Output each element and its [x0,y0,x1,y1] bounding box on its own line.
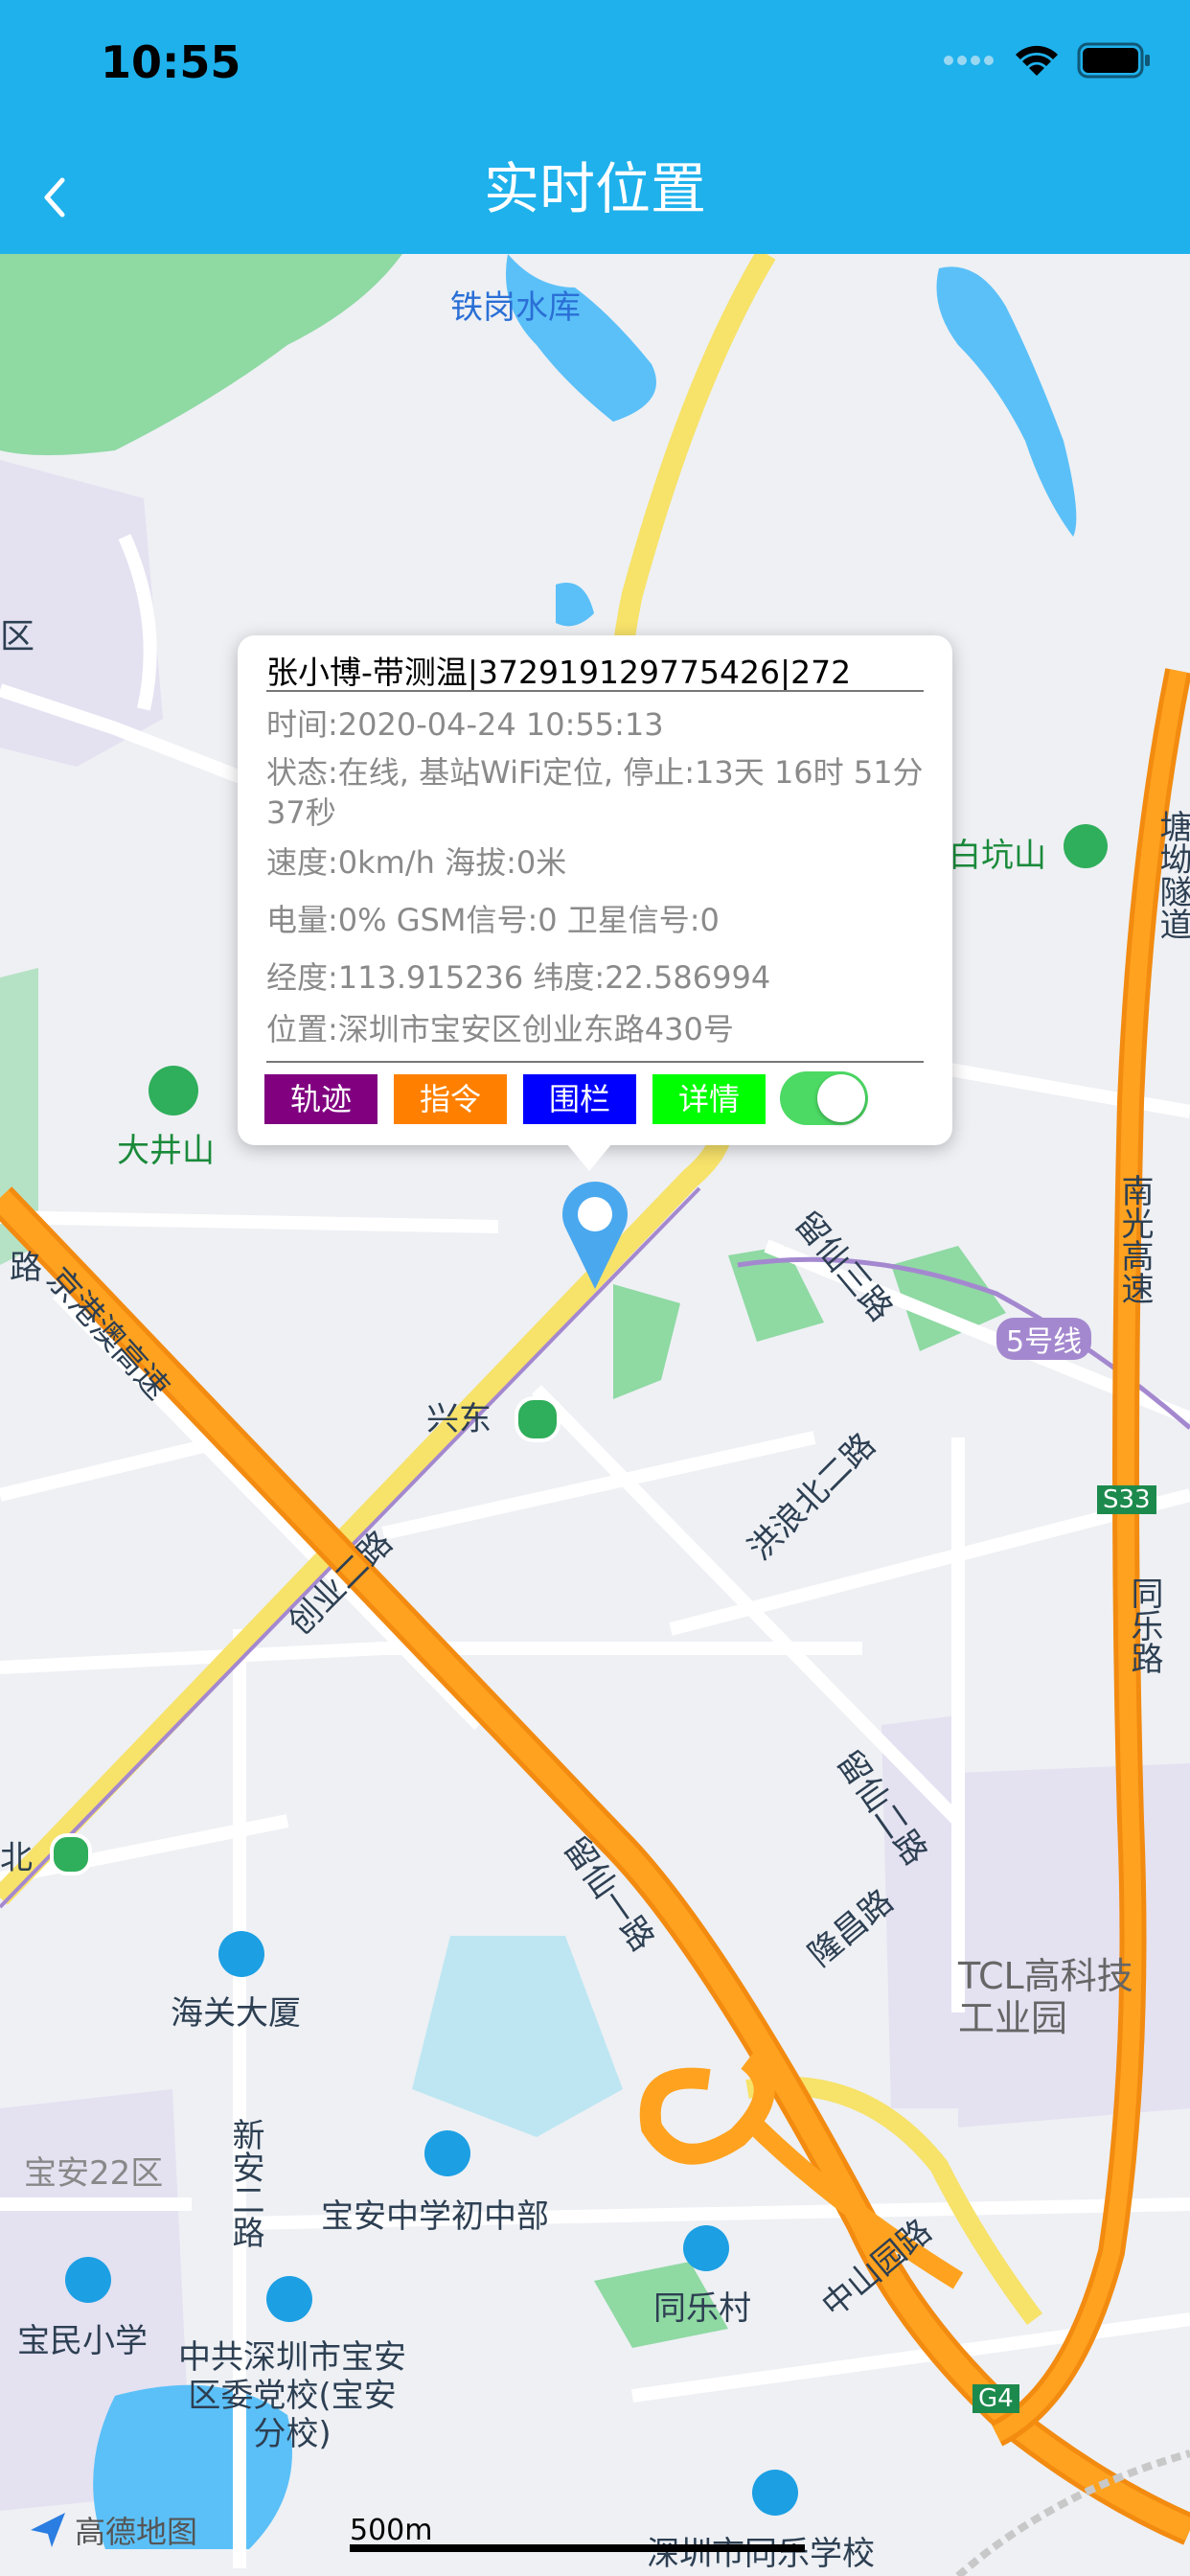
status-icons [943,42,1152,79]
school-icon [266,2276,312,2322]
map-scale-label: 500m [350,2514,433,2547]
map-logo-text: 高德地图 [75,2514,198,2550]
mountain-icon [1064,824,1108,868]
map-view[interactable]: 铁岗水库 区 白坑山 塘坳隧道 大井山 南光高速 5号线 留仙三路 兴东 洪浪北… [0,254,1190,2576]
nav-bar: 实时位置 [0,134,1190,254]
school-icon [424,2130,470,2176]
map-label-dajingshan: 大井山 [117,1132,215,1170]
device-title: 张小博-带测温|372919129775426|272 [266,654,852,691]
school-icon [65,2257,111,2303]
map-label-g4: G4 [973,2384,1019,2413]
navigation-arrow-icon [31,2513,65,2547]
map-label-tongle-village: 同乐村 [653,2289,751,2328]
map-label-baomin: 宝民小学 [17,2322,148,2360]
building-icon [218,1931,264,1977]
map-label-baikengshan: 白坑山 [949,837,1046,875]
map-label-line5: 5号线 [996,1318,1092,1360]
popup-pointer [562,1138,616,1171]
map-label-lu: 路 [10,1249,42,1287]
map-label-baoan-middle: 宝安中学初中部 [321,2197,549,2236]
map-label-baoan22: 宝安22区 [24,2154,164,2193]
map-label-xingdong: 兴东 [426,1400,492,1438]
map-label-tunnel: 塘坳隧道 [1154,810,1190,940]
location-pin-icon[interactable] [559,1176,631,1291]
signal-icon [944,56,994,65]
wifi-icon [1016,45,1058,76]
map-label-party-school: 中共深圳市宝安区委党校(宝安分校) [178,2338,406,2453]
mountain-icon [149,1066,198,1116]
map-label-tcl: TCL高科技工业园 [958,1955,1133,2039]
map-scale-bar [350,2544,805,2552]
map-label-haiguan: 海关大厦 [171,1994,301,2033]
map-label-nanguang: 南光高速 [1115,1174,1154,1304]
info-status: 状态:在线, 基站WiFi定位, 停止:13天 16时 51分 37秒 [266,754,924,831]
map-label-s33: S33 [1097,1485,1156,1514]
track-button[interactable]: 轨迹 [264,1074,378,1124]
metro-icon [50,1833,92,1875]
map-label-xinan2: 新安二路 [226,2118,264,2248]
status-time: 10:55 [101,36,241,88]
info-address: 位置:深圳市宝安区创业东路430号 [266,1011,734,1047]
school-icon [752,2470,798,2516]
map-background [0,254,1190,2576]
command-button[interactable]: 指令 [394,1074,507,1124]
metro-icon [515,1396,561,1442]
map-label-tongle-road: 同乐路 [1125,1576,1163,1674]
info-battery: 电量:0% GSM信号:0 卫星信号:0 [266,902,720,938]
divider [266,690,924,692]
map-label-reservoir: 铁岗水库 [450,288,581,327]
details-button[interactable]: 详情 [652,1074,766,1124]
map-logo: 高德地图 [27,2508,197,2552]
map-label-district: 区 [0,617,35,656]
info-coordinates: 经度:113.915236 纬度:22.586994 [266,959,771,996]
page-title: 实时位置 [483,156,706,221]
status-bar: 10:55 [0,0,1190,134]
device-info-popup: 张小博-带测温|372919129775426|272 时间:2020-04-2… [238,635,952,1145]
fence-button[interactable]: 围栏 [523,1074,636,1124]
toggle-knob [817,1074,865,1122]
battery-icon [1077,42,1150,79]
info-speed: 速度:0km/h 海拔:0米 [266,844,567,881]
divider [266,1061,924,1063]
map-label-bei: 北 [0,1839,33,1877]
tracking-toggle[interactable] [780,1071,868,1125]
info-time: 时间:2020-04-24 10:55:13 [266,706,664,743]
village-icon [683,2225,729,2271]
